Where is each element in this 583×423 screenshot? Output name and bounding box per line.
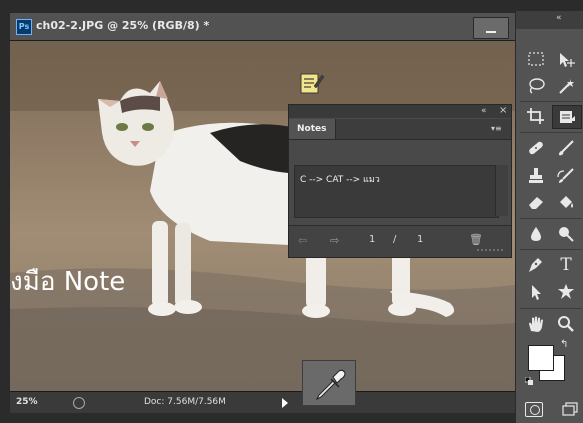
resize-grip-icon[interactable]: [477, 247, 507, 253]
tools-panel: « T ↰: [515, 11, 583, 423]
minimize-button[interactable]: [473, 17, 509, 39]
clone-stamp-icon[interactable]: [522, 165, 550, 187]
swap-colors-icon[interactable]: ↰: [560, 339, 568, 350]
document-size: Doc: 7.56M/7.56M: [144, 397, 226, 407]
crop-icon[interactable]: [522, 105, 550, 127]
default-colors-icon[interactable]: [525, 377, 533, 385]
note-scrollbar[interactable]: [495, 165, 508, 216]
history-brush-icon[interactable]: [552, 165, 580, 187]
lasso-icon[interactable]: [522, 75, 550, 97]
photoshop-logo: Ps: [16, 19, 32, 35]
note-text-area[interactable]: C --> CAT --> แมว: [294, 165, 499, 218]
healing-brush-icon[interactable]: [522, 137, 550, 159]
brush-icon[interactable]: [552, 137, 580, 159]
notes-tab-row: Notes ▾≡: [289, 119, 511, 140]
paint-bucket-icon[interactable]: [552, 191, 580, 213]
next-note-icon[interactable]: ⇨: [330, 234, 339, 247]
close-icon[interactable]: ×: [499, 105, 507, 116]
status-bar: 25% Doc: 7.56M/7.56M: [10, 391, 515, 413]
hand-icon[interactable]: [522, 313, 550, 335]
eyedropper-cursor: [302, 360, 356, 406]
tools-panel-header[interactable]: «: [516, 11, 583, 29]
blur-icon[interactable]: [522, 223, 550, 245]
previous-note-icon[interactable]: ⇦: [298, 234, 307, 247]
note-icon[interactable]: [300, 72, 325, 95]
overlay-caption: งมือ Note: [10, 267, 126, 297]
current-note-number: 1: [369, 234, 376, 245]
document-title: ch02-2.JPG @ 25% (RGB/8) *: [36, 19, 210, 32]
status-menu-arrow-icon[interactable]: [282, 398, 288, 408]
pen-icon[interactable]: [522, 254, 550, 276]
notes-panel-header[interactable]: « ×: [289, 105, 511, 118]
quick-mask-icon[interactable]: [525, 402, 543, 417]
document-title-bar[interactable]: Ps ch02-2.JPG @ 25% (RGB/8) *: [10, 13, 515, 41]
eraser-icon[interactable]: [522, 191, 550, 213]
dodge-icon[interactable]: [552, 223, 580, 245]
type-icon[interactable]: T: [552, 254, 580, 276]
magic-wand-icon[interactable]: [552, 75, 580, 97]
panel-menu-icon[interactable]: ▾≡: [491, 124, 502, 133]
eyedropper-icon: [315, 369, 346, 401]
delete-note-icon[interactable]: 🗑: [469, 233, 483, 246]
note-tool-icon[interactable]: [552, 105, 582, 129]
note-text: C --> CAT --> แมว: [300, 175, 380, 185]
status-toggle-icon[interactable]: [73, 397, 85, 409]
move-icon[interactable]: [552, 49, 580, 71]
tab-notes[interactable]: Notes: [289, 119, 336, 139]
shape-icon[interactable]: [552, 281, 580, 303]
total-note-count: 1: [417, 234, 424, 245]
notes-panel: « × Notes ▾≡ C --> CAT --> แมว ⇦ ⇨ 1 / 1…: [288, 104, 512, 258]
marquee-icon[interactable]: [522, 49, 550, 71]
foreground-color-swatch[interactable]: [528, 345, 554, 371]
collapse-icon[interactable]: «: [556, 13, 562, 23]
collapse-icon[interactable]: «: [481, 106, 487, 116]
tab-notes-label: Notes: [297, 124, 327, 134]
path-selection-icon[interactable]: [522, 281, 550, 303]
zoom-level[interactable]: 25%: [16, 397, 38, 407]
note-count-separator: /: [393, 234, 397, 245]
zoom-icon[interactable]: [552, 313, 580, 335]
screen-mode-icon[interactable]: [562, 402, 578, 416]
notes-navigation: ⇦ ⇨ 1 / 1 🗑: [289, 225, 511, 257]
